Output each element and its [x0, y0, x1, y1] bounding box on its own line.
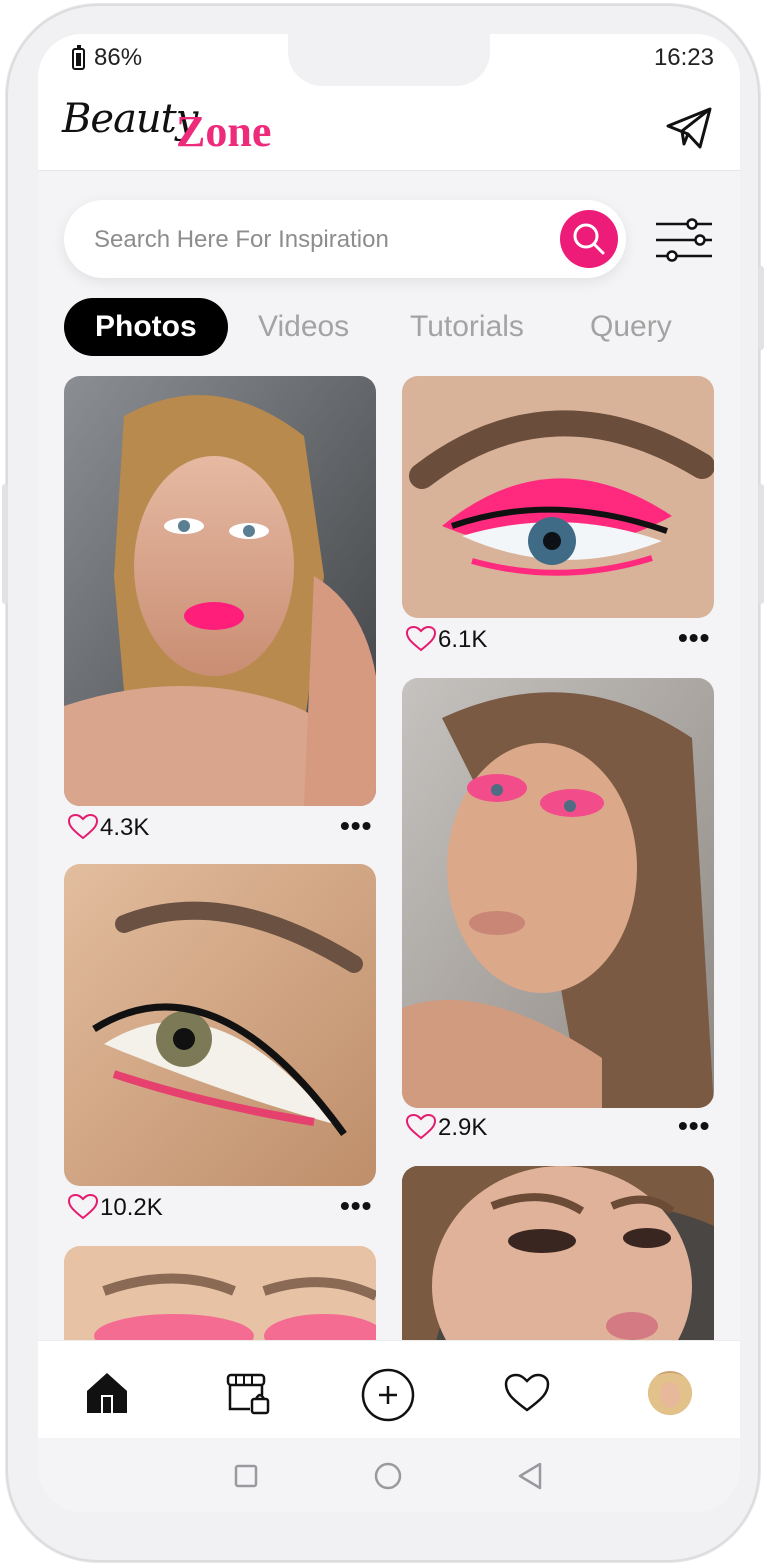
sliders-icon[interactable] [656, 218, 712, 262]
heart-icon[interactable] [68, 814, 98, 840]
side-button [2, 484, 8, 604]
status-bar: 86% 16:23 [38, 34, 740, 86]
volume-button [758, 484, 764, 604]
heart-icon[interactable] [406, 626, 436, 652]
search-icon [573, 223, 605, 255]
more-options-icon[interactable]: ••• [340, 810, 372, 842]
photo-card-image[interactable] [402, 376, 714, 618]
more-options-icon[interactable]: ••• [678, 622, 710, 654]
back-triangle-icon[interactable] [516, 1462, 544, 1490]
add-icon[interactable] [360, 1367, 416, 1423]
more-options-icon[interactable]: ••• [678, 1110, 710, 1142]
app-header: Beauty Zone [38, 86, 740, 171]
battery-level: 86% [94, 44, 143, 71]
phone-frame: 86% 16:23 Beauty Zone Search Here For In… [2, 4, 764, 1562]
photo-card-image[interactable] [402, 1166, 714, 1356]
screen: 86% 16:23 Beauty Zone Search Here For In… [38, 34, 740, 1512]
tab-tutorials[interactable]: Tutorials [410, 298, 524, 356]
search-input[interactable] [92, 222, 536, 258]
search-button[interactable] [560, 210, 618, 268]
battery-icon [72, 45, 85, 70]
photo-card-image[interactable] [402, 678, 714, 1108]
tab-videos[interactable]: Videos [258, 298, 349, 356]
like-count: 4.3K [100, 814, 150, 841]
photo-card-image[interactable] [64, 376, 376, 806]
search-bar [64, 200, 626, 278]
heart-icon[interactable] [504, 1373, 550, 1413]
avatar[interactable] [648, 1371, 692, 1415]
circle-icon[interactable] [374, 1462, 402, 1490]
system-nav-bar [38, 1438, 740, 1512]
paper-plane-icon[interactable] [664, 106, 714, 150]
heart-icon[interactable] [68, 1194, 98, 1220]
square-icon[interactable] [234, 1464, 258, 1488]
logo-bold-text: Zone [176, 107, 272, 156]
clock: 16:23 [653, 44, 714, 71]
bottom-nav [38, 1340, 740, 1439]
like-count: 2.9K [438, 1114, 488, 1141]
more-options-icon[interactable]: ••• [340, 1190, 372, 1222]
tab-photos[interactable]: Photos [64, 298, 228, 356]
photo-card-image[interactable] [64, 864, 376, 1186]
power-button [758, 266, 764, 350]
shop-icon[interactable] [224, 1371, 272, 1417]
tab-query[interactable]: Query [590, 298, 672, 356]
home-icon[interactable] [84, 1371, 130, 1415]
camera-notch [288, 34, 490, 86]
heart-icon[interactable] [406, 1114, 436, 1140]
like-count: 6.1K [438, 626, 488, 653]
like-count: 10.2K [100, 1194, 163, 1221]
